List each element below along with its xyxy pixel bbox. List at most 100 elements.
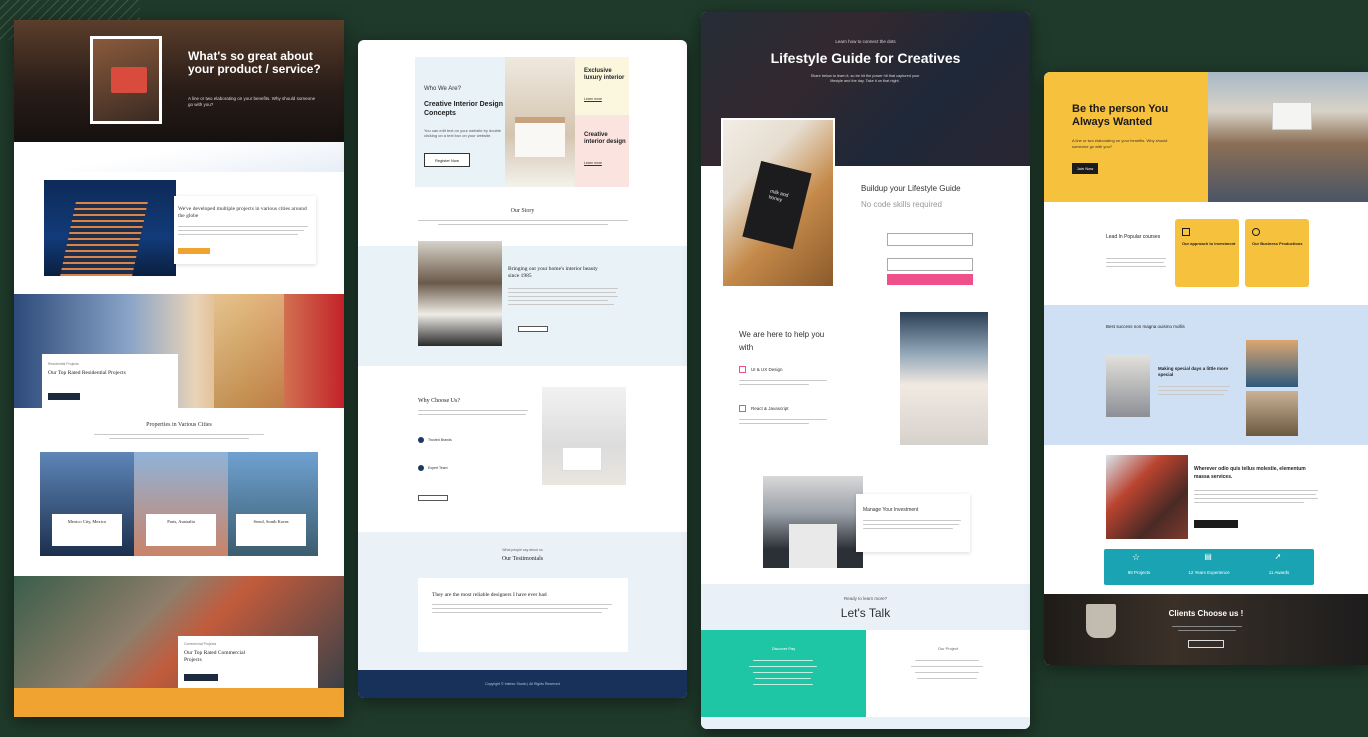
hero-background — [14, 20, 344, 142]
hero-body: Share below to learn it, so be hit the p… — [810, 74, 920, 83]
quote-title: They are the most reliable designers I h… — [432, 592, 547, 598]
wherever-button[interactable] — [1194, 520, 1238, 528]
register-button[interactable]: Register Now — [424, 153, 470, 167]
hero-subtitle: A line or two elaborating on your benefi… — [1072, 138, 1168, 149]
stat-projects: 98 Projects — [1127, 570, 1151, 575]
cities-title: Properties in Various Cities — [146, 422, 212, 428]
kitchen-image — [418, 241, 502, 346]
trusted-dot — [418, 437, 424, 443]
talk-title: Let's Talk — [840, 606, 891, 620]
hero-subtitle: A line or two elaborating on your benefi… — [188, 96, 316, 107]
stat-experience: 12 Years Experience — [1188, 570, 1230, 575]
stat-awards: 11 Awards — [1268, 570, 1290, 575]
creative-title: Creative interior design — [584, 132, 626, 145]
invest-title: Manage Your Investment — [863, 507, 919, 513]
team-image — [1106, 355, 1150, 417]
hero-title: Be the person You Always Wanted — [1072, 103, 1169, 128]
blue-title: Best success non magna ouismo mollis — [1106, 324, 1185, 329]
lead-title: Lead In Popular courses — [1106, 234, 1161, 240]
dev-title: We've developed multiple projects in var… — [178, 206, 307, 219]
testimonials-title: Our Testimonials — [501, 556, 544, 562]
discover-panel — [701, 630, 866, 717]
code-icon — [739, 405, 746, 412]
intro-headline: Creative Interior Design Concepts — [424, 101, 503, 117]
wherever-title: Wherever odio quis tellus molestie, elem… — [1194, 466, 1306, 480]
library-image — [1246, 391, 1298, 436]
expert-dot — [418, 465, 424, 471]
discover-title: Discover Pay — [771, 646, 796, 651]
exclusive-panel — [575, 57, 629, 115]
bulb-icon — [1252, 228, 1260, 236]
star-icon: ☆ — [1131, 552, 1141, 562]
office-image — [1208, 72, 1368, 202]
approach-title: Our approach to investment — [1182, 241, 1236, 246]
clients-button[interactable] — [1188, 640, 1224, 648]
quote-card — [418, 578, 628, 652]
why-button[interactable] — [418, 495, 448, 501]
service1-title: UI & UX Design — [751, 367, 783, 372]
hero-title: Lifestyle Guide for Creatives — [770, 50, 961, 66]
dev-button[interactable] — [178, 248, 210, 254]
design-icon — [739, 366, 746, 373]
creative-panel — [575, 115, 629, 187]
trusted-label: Trusted Brands — [428, 438, 452, 442]
city-name-3: Seoul, South Korea — [253, 519, 289, 524]
commercial-title: Our Top Rated Commercial Projects — [184, 650, 246, 663]
light-band — [14, 142, 344, 172]
bring-title: Bringing out your home's interior beauty… — [508, 266, 598, 279]
exclusive-link[interactable]: Learn more — [584, 97, 602, 101]
living-room-image — [542, 387, 626, 485]
hero-title: What's so great about your product / ser… — [188, 49, 321, 76]
footer-bar — [14, 688, 344, 717]
rocket-icon: ➚ — [1274, 552, 1282, 561]
email-field[interactable] — [887, 258, 973, 271]
ready-label: Ready to learn more? — [843, 596, 888, 601]
sofa-image — [1246, 340, 1298, 387]
template-card-interior[interactable]: Who We Are? Creative Interior Design Con… — [358, 40, 687, 698]
service2-title: React & Javascript — [751, 406, 789, 411]
intro-body: You can edit text on your website by dou… — [424, 128, 502, 138]
intro-panel — [415, 57, 505, 187]
join-button[interactable]: Join Now — [1072, 163, 1098, 174]
why-title: Why Choose Us? — [418, 398, 460, 404]
clients-title: Clients Choose us ! — [1168, 609, 1244, 618]
man-image — [1106, 455, 1188, 539]
newspaper-man-image — [763, 476, 863, 568]
nocode-sub: No code skills required — [861, 200, 942, 209]
commercial-button[interactable] — [184, 674, 218, 681]
testimonials-kicker: What people say about us — [502, 548, 543, 552]
project-title: Our Project — [937, 646, 959, 651]
submit-button[interactable] — [887, 274, 973, 285]
creative-link[interactable]: Learn more — [584, 161, 602, 165]
commercial-kicker: Commercial Projects — [184, 642, 217, 646]
template-card-business[interactable]: Be the person You Always Wanted A line o… — [1044, 72, 1368, 665]
invest-box — [856, 494, 970, 552]
exclusive-title: Exclusive luxury interior — [584, 68, 625, 81]
building-image — [44, 180, 176, 276]
briefcase-icon: ▤ — [1204, 552, 1212, 561]
name-field[interactable] — [887, 233, 973, 246]
bring-button[interactable] — [518, 326, 548, 332]
hero-tablet-image — [90, 36, 162, 124]
bedroom-image — [505, 57, 575, 187]
expert-label: Expert Team — [428, 466, 448, 470]
hero-yellow — [1044, 72, 1208, 202]
hands-image — [900, 312, 988, 445]
residential-title: Our Top Rated Residential Projects — [48, 370, 126, 376]
special-title: Making special days a little more specia… — [1158, 366, 1229, 377]
footer-strip — [701, 717, 1030, 729]
business-title: Our Business Productions — [1252, 241, 1303, 246]
bring-band — [358, 246, 687, 366]
footer-text: Copyright © Interior Studio | All Rights… — [485, 682, 560, 686]
city-name-2: Paris, Australia — [167, 519, 195, 524]
city-name-1: Mexico City, Mexico — [67, 519, 107, 524]
story-title: Our Story — [510, 208, 535, 214]
hero-kicker: Learn how to connect the dots — [835, 39, 896, 44]
template-card-lifestyle[interactable]: Learn how to connect the dots Lifestyle … — [701, 12, 1030, 729]
residential-button[interactable] — [48, 393, 80, 400]
template-card-real-estate[interactable]: What's so great about your product / ser… — [14, 20, 344, 717]
who-label: Who We Are? — [424, 86, 461, 92]
help-title: We are here to help you with — [739, 330, 825, 352]
residential-kicker: Residential Projects — [48, 362, 79, 366]
buildup-title: Buildup your Lifestyle Guide — [861, 184, 961, 193]
